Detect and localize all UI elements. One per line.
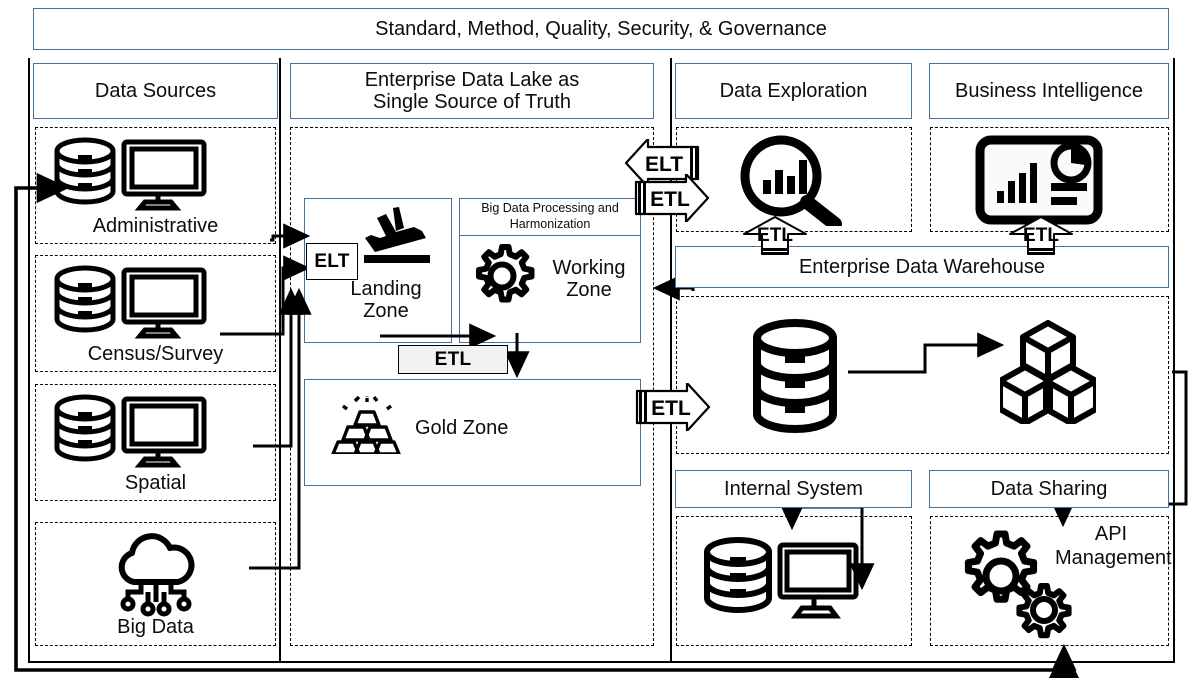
database-cylinder-icon (749, 318, 841, 434)
landing-zone-elt-label: ELT (314, 250, 350, 272)
database-monitor-icon (50, 393, 210, 471)
dashboard-chart-icon (975, 135, 1103, 225)
database-monitor-icon (700, 535, 860, 623)
cloud-network-icon (108, 530, 204, 618)
landing-zone-label: Landing Zone (350, 278, 422, 322)
svg-text:ETL: ETL (1023, 225, 1059, 246)
governance-banner-label: Standard, Method, Quality, Security, & G… (375, 17, 827, 40)
header-data-exploration-label: Data Exploration (719, 79, 868, 102)
header-data-sources-label: Data Sources (94, 79, 217, 102)
gold-zone-label: Gold Zone (415, 417, 509, 439)
api-management-label: API Management (1055, 523, 1172, 570)
source-label-administrative: Administrative (92, 215, 219, 237)
header-business-intelligence-label: Business Intelligence (955, 79, 1143, 102)
svg-text:ETL: ETL (651, 397, 691, 420)
column-separator-sources (279, 58, 281, 663)
api-management-line1: API (1094, 523, 1128, 545)
governance-banner: Standard, Method, Quality, Security, & G… (33, 8, 1169, 50)
source-label-spatial: Spatial (124, 472, 187, 494)
working-zone-label: Working Zone (552, 257, 626, 301)
header-data-lake-line2: Single Source of Truth (373, 91, 571, 113)
gear-icon (469, 243, 535, 309)
header-data-sharing-label: Data Sharing (990, 477, 1108, 500)
source-label-big-data: Big Data (117, 616, 194, 638)
lake-etl-label: ETL (434, 348, 472, 370)
header-internal-system: Internal System (675, 470, 912, 508)
svg-text:ETL: ETL (650, 188, 690, 211)
gold-bars-icon (330, 395, 404, 456)
svg-text:ETL: ETL (757, 225, 793, 246)
working-zone-subheader-label: Big Data Processing and Harmonization (481, 201, 619, 231)
database-monitor-icon (50, 136, 210, 214)
header-data-lake-line1: Enterprise Data Lake as (364, 68, 580, 91)
architecture-diagram: Standard, Method, Quality, Security, & G… (0, 0, 1204, 678)
landing-zone-elt-badge: ELT (306, 243, 358, 280)
header-internal-system-label: Internal System (724, 477, 863, 500)
header-enterprise-data-warehouse-label: Enterprise Data Warehouse (798, 255, 1046, 278)
header-data-exploration: Data Exploration (675, 63, 912, 119)
header-data-lake: Enterprise Data Lake as Single Source of… (290, 63, 654, 119)
api-management-line2: Management (1055, 546, 1172, 569)
etl-arrow-gold-to-warehouse: ETL (633, 381, 711, 433)
source-label-census-survey: Census/Survey (87, 343, 224, 365)
data-marts-cubes-icon (997, 320, 1099, 426)
header-data-sources: Data Sources (33, 63, 278, 119)
database-monitor-icon (50, 264, 210, 342)
svg-text:ELT: ELT (645, 153, 683, 176)
magnifier-bar-chart-icon (735, 134, 847, 231)
etl-arrow-to-exploration: ETL (632, 172, 710, 224)
header-data-sharing: Data Sharing (929, 470, 1169, 508)
etl-arrow-warehouse-to-bi: ETL (1008, 216, 1074, 256)
airplane-landing-icon (352, 202, 440, 264)
header-business-intelligence: Business Intelligence (929, 63, 1169, 119)
lake-etl-label-box: ETL (398, 345, 508, 374)
etl-arrow-warehouse-to-exploration: ETL (742, 216, 808, 256)
